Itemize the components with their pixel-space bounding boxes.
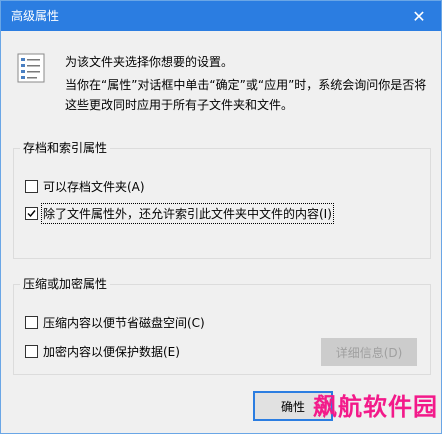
details-button-label: 详细信息(D) (335, 345, 403, 360)
index-checkbox[interactable] (25, 206, 38, 220)
document-properties-icon (17, 53, 45, 86)
compress-group-label: 压缩或加密属性 (20, 276, 111, 292)
compress-checkbox[interactable] (25, 315, 38, 329)
ok-button-label: 确性 (280, 399, 305, 414)
index-checkbox-row[interactable]: 除了文件属性外，还允许索引此文件夹中文件的内容(I) (25, 202, 334, 224)
title-bar[interactable]: 高级属性 ✕ (1, 1, 441, 31)
encrypt-checkbox-label[interactable]: 加密内容以便保护数据(E) (43, 343, 180, 360)
archive-checkbox[interactable] (25, 179, 38, 193)
description-paragraph: 当你在“属性”对话框中单击“确定”或“应用”时，系统会询问你是否将这些更改同时应… (65, 78, 427, 112)
encrypt-checkbox-row[interactable]: 加密内容以便保护数据(E) (25, 342, 180, 360)
window-title: 高级属性 (11, 9, 60, 23)
watermark-logo: 飙航软件园 (313, 393, 438, 421)
close-button[interactable]: ✕ (397, 1, 441, 31)
archive-checkbox-row[interactable]: 可以存档文件夹(A) (25, 177, 145, 195)
checkmark-icon (27, 209, 36, 217)
advanced-attributes-dialog: 高级属性 ✕ 为该文件夹选择你想要的设置。 当你在“属性”对话框中单击“确定”或… (0, 0, 442, 434)
close-icon: ✕ (412, 6, 426, 26)
index-checkbox-label[interactable]: 除了文件属性外，还允许索引此文件夹中文件的内容(I) (41, 202, 334, 224)
compress-checkbox-label[interactable]: 压缩内容以便节省磁盘空间(C) (43, 314, 205, 331)
archive-group-label: 存档和索引属性 (20, 140, 111, 156)
details-button[interactable]: 详细信息(D) (321, 338, 417, 366)
encrypt-checkbox[interactable] (25, 344, 38, 358)
archive-checkbox-label[interactable]: 可以存档文件夹(A) (43, 178, 145, 195)
description-line: 为该文件夹选择你想要的设置。 (65, 55, 234, 69)
compress-checkbox-row[interactable]: 压缩内容以便节省磁盘空间(C) (25, 313, 205, 331)
